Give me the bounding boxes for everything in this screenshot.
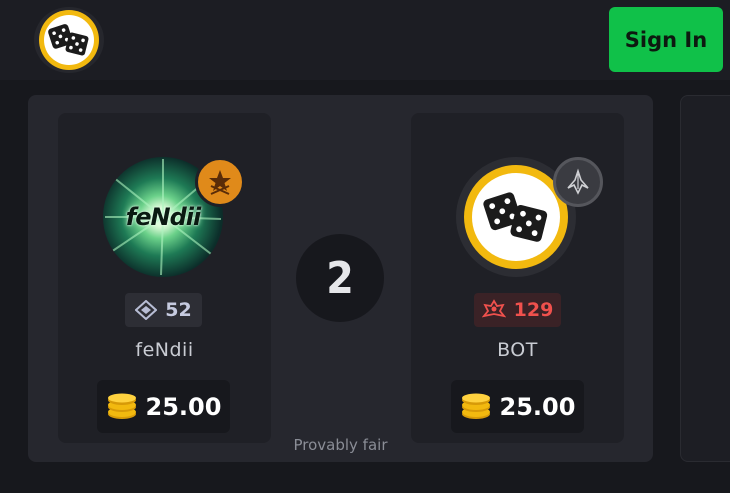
grey-rank-icon bbox=[553, 157, 603, 207]
dice-icon bbox=[483, 192, 548, 242]
logo-ring bbox=[39, 10, 99, 70]
battle-card[interactable]: feNdii 52 feNdii 25.00 2 129 BOT 25.00 P… bbox=[28, 95, 653, 462]
player-name: BOT bbox=[497, 339, 538, 361]
player-slot-feNdii: feNdii 52 feNdii 25.00 bbox=[58, 113, 271, 443]
next-battle-card[interactable] bbox=[680, 95, 730, 462]
player-slot-bot: 129 BOT 25.00 bbox=[411, 113, 624, 443]
balance-value: 25.00 bbox=[499, 392, 576, 421]
sign-in-button[interactable]: Sign In bbox=[609, 7, 723, 72]
player-balance: 25.00 bbox=[97, 380, 230, 433]
coin-stack-icon bbox=[107, 393, 136, 419]
provably-fair-link[interactable]: Provably fair bbox=[28, 436, 653, 454]
balance-value: 25.00 bbox=[145, 392, 222, 421]
top-bar: Sign In bbox=[0, 0, 730, 80]
player-balance: 25.00 bbox=[451, 380, 584, 433]
bot-avatar-center bbox=[472, 173, 560, 261]
gold-star-rank-icon bbox=[195, 157, 245, 207]
avatar-text: feNdii bbox=[125, 203, 201, 231]
level-diamond-icon bbox=[135, 300, 158, 320]
level-badge: 52 bbox=[125, 293, 202, 327]
level-badge: 129 bbox=[474, 293, 561, 327]
coin-stack-icon bbox=[461, 393, 490, 419]
dice-logo-icon bbox=[48, 24, 89, 56]
site-logo[interactable] bbox=[34, 7, 104, 73]
logo-center bbox=[44, 15, 94, 65]
level-value: 129 bbox=[513, 299, 554, 321]
level-red-crest-icon bbox=[481, 299, 506, 318]
player-avatar-wrap bbox=[456, 157, 603, 277]
round-indicator: 2 bbox=[296, 234, 384, 322]
player-avatar-wrap: feNdii bbox=[103, 157, 245, 277]
level-value: 52 bbox=[165, 299, 192, 321]
player-name: feNdii bbox=[135, 339, 194, 361]
